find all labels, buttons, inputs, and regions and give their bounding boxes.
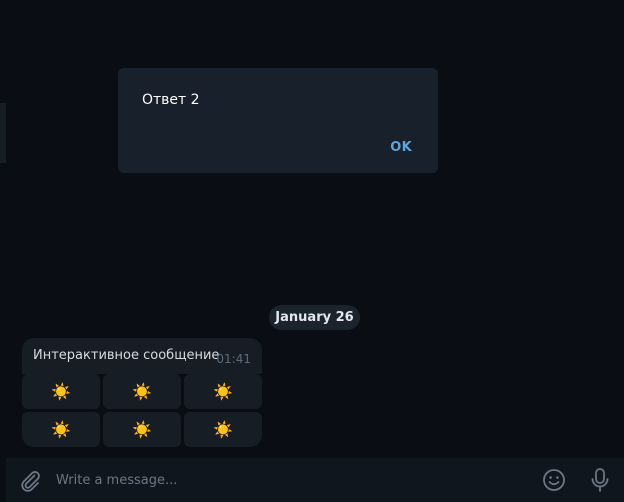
inline-keyboard: ☀️ ☀️ ☀️ ☀️ ☀️ ☀️ xyxy=(22,374,262,447)
side-panel-edge xyxy=(0,103,6,163)
message-bubble: Интерактивное сообщение 01:41 xyxy=(22,338,262,374)
dialog-message: Ответ 2 xyxy=(142,92,200,108)
inline-button-4[interactable]: ☀️ xyxy=(22,412,100,447)
inline-button-3[interactable]: ☀️ xyxy=(184,374,262,409)
message-input[interactable] xyxy=(56,468,516,492)
paperclip-icon[interactable] xyxy=(18,469,42,493)
ok-button[interactable]: OK xyxy=(384,136,418,159)
message-text: Интерактивное сообщение xyxy=(33,348,220,363)
microphone-icon[interactable] xyxy=(588,467,612,493)
inline-button-6[interactable]: ☀️ xyxy=(184,412,262,447)
message-composer xyxy=(6,458,624,502)
inline-button-1[interactable]: ☀️ xyxy=(22,374,100,409)
inline-button-5[interactable]: ☀️ xyxy=(103,412,181,447)
smiley-icon[interactable] xyxy=(542,468,566,492)
chat-area: Ответ 2 OK January 26 Интерактивное сооб… xyxy=(0,0,624,458)
message-time: 01:41 xyxy=(216,352,251,366)
inline-button-2[interactable]: ☀️ xyxy=(103,374,181,409)
date-separator: January 26 xyxy=(269,305,360,330)
alert-dialog: Ответ 2 OK xyxy=(118,68,438,173)
